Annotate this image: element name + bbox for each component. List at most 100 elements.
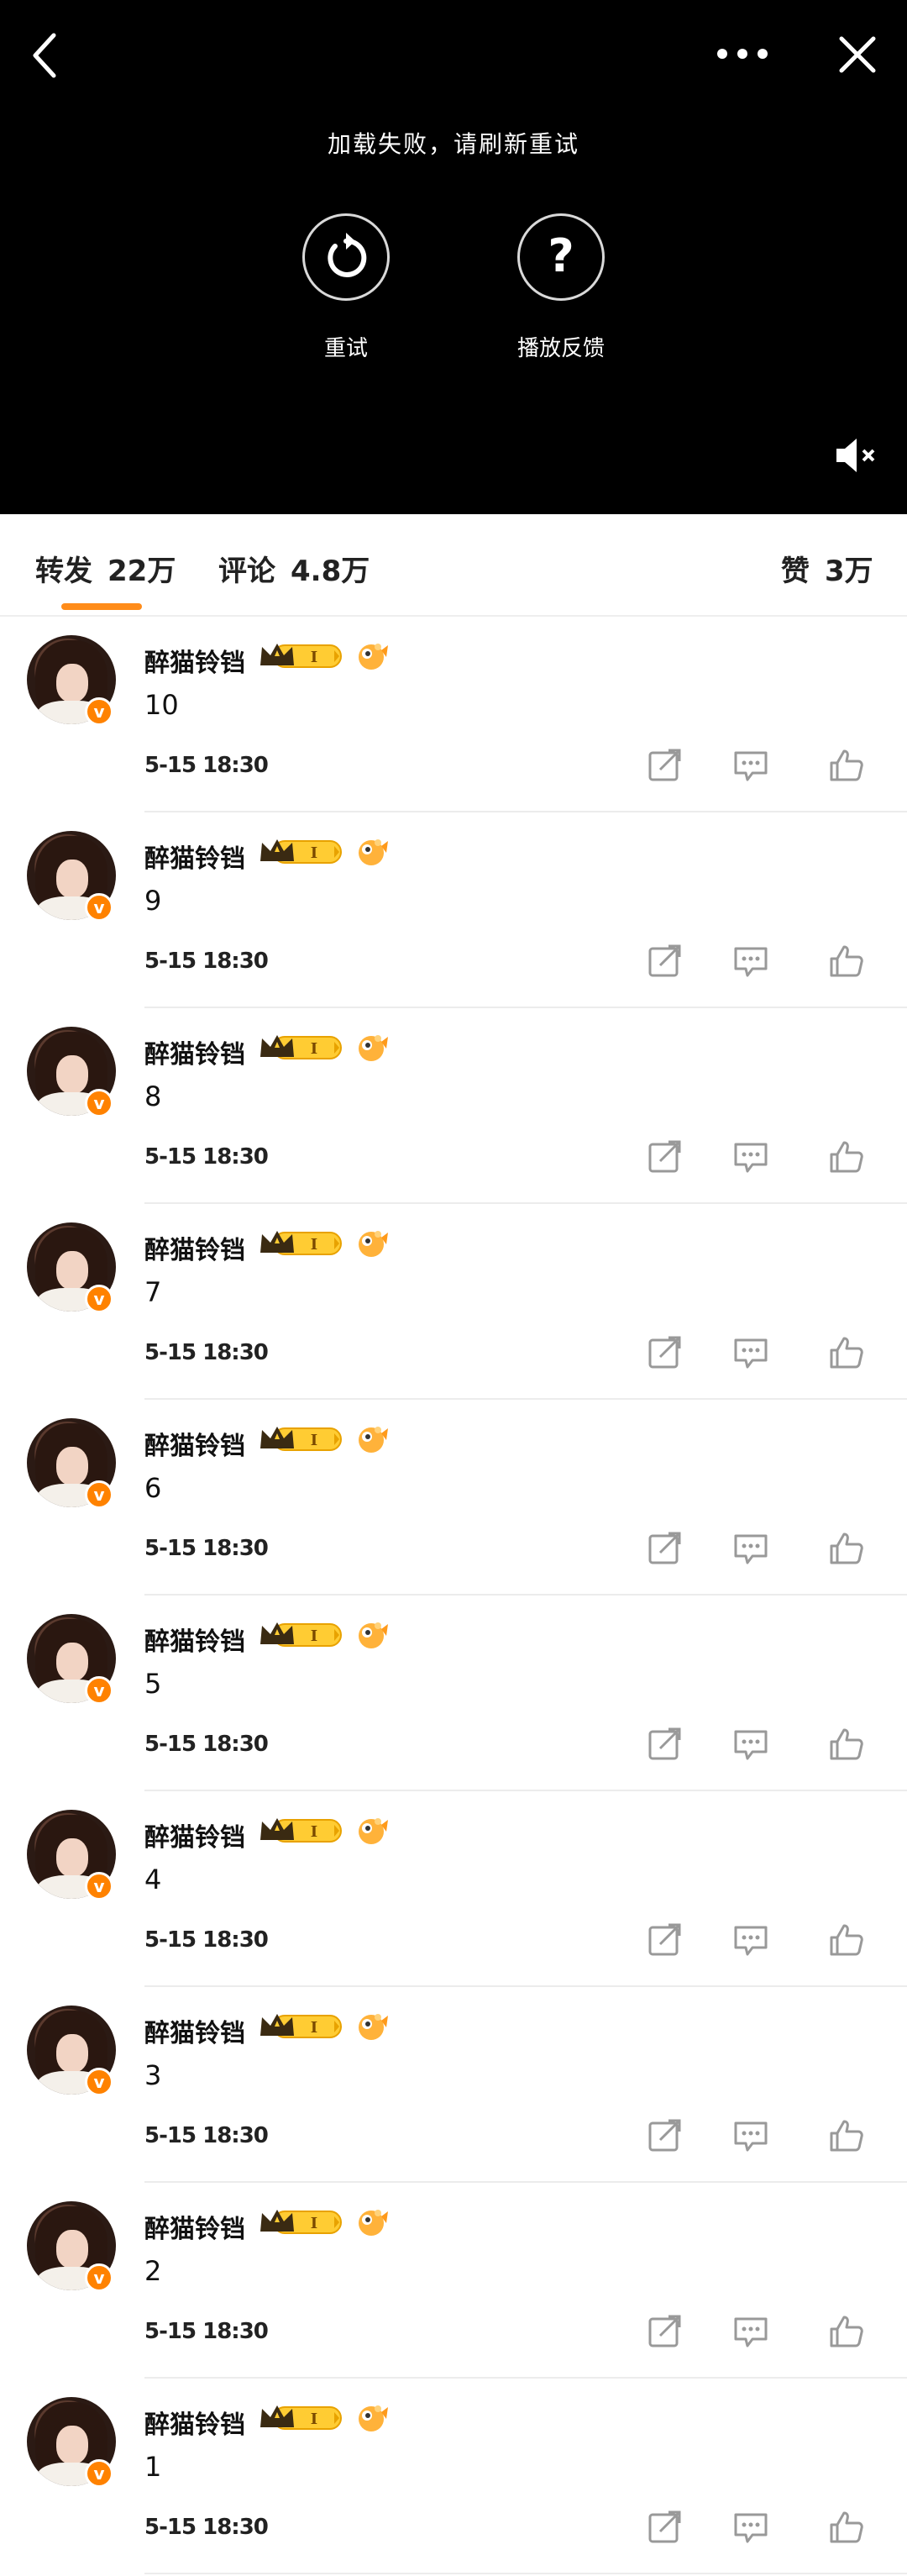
tab-reposts[interactable]: 转发 22万 — [35, 548, 176, 589]
timestamp: 5-15 18:30 — [144, 753, 269, 778]
close-icon[interactable] — [838, 35, 877, 74]
tab-likes-count: 3万 — [825, 555, 873, 588]
comment-icon[interactable] — [732, 2508, 769, 2545]
svg-text:I: I — [311, 1236, 317, 1254]
username[interactable]: 醉猫铃铛 — [144, 2208, 245, 2245]
like-icon[interactable] — [828, 942, 865, 979]
share-icon[interactable] — [647, 1333, 684, 1370]
like-icon[interactable] — [828, 746, 865, 783]
vip-crown-badge-icon: I — [260, 1035, 342, 1059]
comment-icon[interactable] — [732, 1921, 769, 1958]
like-icon[interactable] — [828, 1921, 865, 1958]
share-icon[interactable] — [647, 1138, 684, 1175]
comment-icon[interactable] — [732, 1529, 769, 1566]
share-icon[interactable] — [647, 2508, 684, 2545]
like-icon[interactable] — [828, 1529, 865, 1566]
fan-badge-icon — [359, 1035, 388, 1061]
verified-badge-icon: v — [85, 893, 113, 922]
active-tab-indicator — [61, 603, 142, 610]
timestamp: 5-15 18:30 — [144, 949, 269, 974]
load-error-message: 加载失败，请刷新重试 — [327, 130, 579, 158]
playback-feedback-button[interactable]: ? — [517, 213, 605, 301]
like-icon[interactable] — [828, 1725, 865, 1762]
comment-icon[interactable] — [732, 1333, 769, 1370]
share-icon[interactable] — [647, 1529, 684, 1566]
verified-badge-icon: v — [85, 1089, 113, 1117]
timestamp: 5-15 18:30 — [144, 2123, 269, 2148]
comment-icon[interactable] — [732, 2116, 769, 2153]
username[interactable]: 醉猫铃铛 — [144, 1425, 245, 1462]
vip-crown-badge-icon: I — [260, 644, 342, 668]
repost-item[interactable]: v 醉猫铃铛 I 4 5-15 18:30 — [0, 1791, 907, 1987]
vip-crown-badge-icon: I — [260, 1622, 342, 1647]
repost-item[interactable]: v 醉猫铃铛 I 7 5-15 18:30 — [0, 1204, 907, 1400]
more-icon[interactable] — [716, 47, 769, 60]
timestamp: 5-15 18:30 — [144, 1144, 269, 1170]
repost-text: 5 — [144, 1668, 162, 1700]
comment-icon[interactable] — [732, 2312, 769, 2349]
repost-text: 2 — [144, 2255, 162, 2287]
share-icon[interactable] — [647, 2312, 684, 2349]
tab-comments-label: 评论 — [218, 555, 275, 588]
tab-reposts-label: 转发 — [35, 555, 92, 588]
verified-badge-icon: v — [85, 1676, 113, 1705]
share-icon[interactable] — [647, 1921, 684, 1958]
repost-item[interactable]: v 醉猫铃铛 I 6 5-15 18:30 — [0, 1400, 907, 1596]
svg-text:I: I — [311, 1432, 317, 1449]
like-icon[interactable] — [828, 2116, 865, 2153]
like-icon[interactable] — [828, 2508, 865, 2545]
comment-icon[interactable] — [732, 1725, 769, 1762]
repost-item[interactable]: v 醉猫铃铛 I 2 5-15 18:30 — [0, 2183, 907, 2379]
username[interactable]: 醉猫铃铛 — [144, 1033, 245, 1070]
like-icon[interactable] — [828, 1333, 865, 1370]
username[interactable]: 醉猫铃铛 — [144, 1816, 245, 1853]
repost-item[interactable]: v 醉猫铃铛 I 8 5-15 18:30 — [0, 1008, 907, 1204]
comment-icon[interactable] — [732, 1138, 769, 1175]
svg-text:I: I — [311, 1040, 317, 1058]
tab-likes[interactable]: 赞 3万 — [781, 548, 873, 589]
tab-bar: 转发 22万 评论 4.8万 赞 3万 — [0, 514, 907, 617]
vip-crown-badge-icon: I — [260, 2014, 342, 2038]
repost-text: 7 — [144, 1276, 162, 1308]
like-icon[interactable] — [828, 1138, 865, 1175]
repost-item[interactable]: v 醉猫铃铛 I 9 5-15 18:30 — [0, 812, 907, 1008]
playback-feedback-label: 播放反馈 — [516, 336, 605, 361]
comment-icon[interactable] — [732, 942, 769, 979]
share-icon[interactable] — [647, 2116, 684, 2153]
svg-text:I: I — [311, 2215, 317, 2232]
share-icon[interactable] — [647, 746, 684, 783]
share-icon[interactable] — [647, 1725, 684, 1762]
repost-item[interactable]: v 醉猫铃铛 I 1 5-15 18:30 — [0, 2379, 907, 2574]
username[interactable]: 醉猫铃铛 — [144, 642, 245, 679]
username[interactable]: 醉猫铃铛 — [144, 838, 245, 875]
retry-icon — [328, 233, 367, 277]
share-icon[interactable] — [647, 942, 684, 979]
username[interactable]: 醉猫铃铛 — [144, 1621, 245, 1658]
fan-badge-icon — [359, 839, 388, 865]
fan-badge-icon — [359, 2405, 388, 2431]
repost-item[interactable]: v 醉猫铃铛 I 3 5-15 18:30 — [0, 1987, 907, 2183]
username[interactable]: 醉猫铃铛 — [144, 2404, 245, 2441]
fan-badge-icon — [359, 644, 388, 670]
fan-badge-icon — [359, 2014, 388, 2040]
retry-button[interactable] — [302, 213, 390, 301]
repost-text: 6 — [144, 1472, 162, 1504]
tab-comments[interactable]: 评论 4.8万 — [218, 548, 370, 589]
svg-text:I: I — [311, 844, 317, 862]
back-icon[interactable] — [30, 32, 59, 79]
svg-text:I: I — [311, 1823, 317, 1841]
username[interactable]: 醉猫铃铛 — [144, 2012, 245, 2049]
repost-item[interactable]: v 醉猫铃铛 I 10 5-15 18:30 — [0, 617, 907, 812]
repost-item[interactable]: v 醉猫铃铛 I 5 5-15 18:30 — [0, 1596, 907, 1791]
fan-badge-icon — [359, 1818, 388, 1844]
video-player[interactable]: 加载失败，请刷新重试 重试 ? 播放反馈 — [0, 0, 907, 514]
repost-text: 10 — [144, 689, 179, 721]
mute-icon[interactable] — [835, 437, 882, 474]
comment-icon[interactable] — [732, 746, 769, 783]
svg-text:?: ? — [548, 229, 574, 282]
fan-badge-icon — [359, 1427, 388, 1453]
svg-text:I: I — [311, 2019, 317, 2037]
like-icon[interactable] — [828, 2312, 865, 2349]
repost-text: 8 — [144, 1080, 162, 1112]
username[interactable]: 醉猫铃铛 — [144, 1229, 245, 1266]
